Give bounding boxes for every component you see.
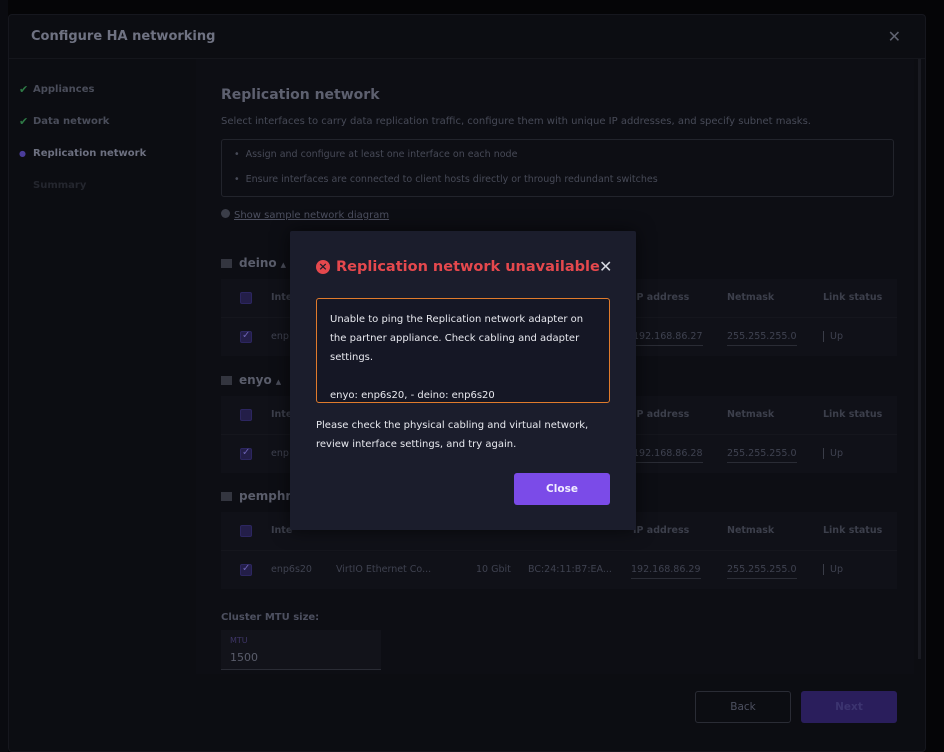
- step-replication-network[interactable]: ● Replication network: [19, 137, 189, 169]
- requirement-item: Assign and configure at least one interf…: [234, 149, 881, 174]
- ip-field[interactable]: 192.168.86.28: [633, 448, 703, 463]
- error-message-box: Unable to ping the Replication network a…: [316, 298, 610, 403]
- dialog-title: Replication network unavailable: [336, 259, 600, 275]
- mtu-input[interactable]: MTU 1500: [221, 630, 381, 670]
- select-all-checkbox[interactable]: [240, 292, 252, 304]
- next-button[interactable]: Next: [801, 691, 897, 723]
- error-message: Unable to ping the Replication network a…: [330, 314, 584, 363]
- error-circle-icon: ×: [316, 260, 330, 274]
- step-summary: Summary: [19, 169, 189, 201]
- close-button[interactable]: Close: [514, 473, 610, 505]
- netmask-field[interactable]: 255.255.255.0: [727, 564, 797, 579]
- node-title-deino[interactable]: deino ▲: [221, 256, 286, 270]
- close-icon[interactable]: ✕: [599, 259, 612, 275]
- wizard-close-icon[interactable]: ✕: [888, 27, 901, 46]
- row-checkbox[interactable]: [240, 563, 252, 576]
- back-button[interactable]: Back: [695, 691, 791, 723]
- step-label: Appliances: [33, 83, 95, 95]
- section-description: Select interfaces to carry data replicat…: [221, 116, 811, 127]
- mtu-label: Cluster MTU size:: [221, 612, 320, 623]
- step-label: Data network: [33, 115, 110, 127]
- section-title: Replication network: [221, 87, 380, 103]
- error-dialog: × Replication network unavailable ✕ Unab…: [290, 231, 636, 530]
- requirement-item: Ensure interfaces are connected to clien…: [234, 174, 881, 199]
- netmask-field[interactable]: 255.255.255.0: [727, 331, 797, 346]
- step-appliances[interactable]: ✔ Appliances: [19, 73, 189, 105]
- requirements-box: Assign and configure at least one interf…: [221, 139, 894, 197]
- caret-up-icon: ▲: [275, 378, 282, 386]
- link-status: Up: [823, 448, 843, 459]
- table-row[interactable]: enp6s20 VirtIO Ethernet Co... 10 Gbit BC…: [221, 550, 897, 588]
- node-title-pemphre[interactable]: pemphre: [221, 489, 299, 503]
- dialog-advice: Please check the physical cabling and vi…: [316, 420, 589, 450]
- mtu-value: 1500: [230, 651, 258, 664]
- mtu-caption: MTU: [230, 636, 248, 645]
- content-scrollbar[interactable]: [918, 59, 921, 659]
- step-label: Summary: [33, 179, 87, 191]
- select-all-checkbox[interactable]: [240, 525, 252, 537]
- ip-field[interactable]: 192.168.86.29: [631, 564, 701, 579]
- wizard-steps: ✔ Appliances ✔ Data network ● Replicatio…: [19, 73, 189, 201]
- show-diagram-link[interactable]: Show sample network diagram: [221, 209, 389, 221]
- info-icon: [221, 209, 230, 218]
- background-app-edge: [0, 0, 8, 752]
- step-label: Replication network: [33, 147, 147, 159]
- caret-up-icon: ▲: [280, 261, 287, 269]
- server-icon: [221, 376, 232, 385]
- node-title-enyo[interactable]: enyo ▲: [221, 373, 281, 387]
- netmask-field[interactable]: 255.255.255.0: [727, 448, 797, 463]
- link-status: Up: [823, 564, 843, 575]
- server-icon: [221, 492, 232, 501]
- row-checkbox[interactable]: [240, 330, 252, 343]
- ip-field[interactable]: 192.168.86.27: [633, 331, 703, 346]
- server-icon: [221, 259, 232, 268]
- current-step-dot-icon: ●: [19, 148, 26, 158]
- wizard-header: Configure HA networking ✕: [9, 15, 925, 59]
- step-data-network[interactable]: ✔ Data network: [19, 105, 189, 137]
- link-status: Up: [823, 331, 843, 342]
- check-icon: ✔: [19, 114, 29, 128]
- check-icon: ✔: [19, 82, 29, 96]
- error-detail: enyo: enp6s20, - deino: enp6s20: [330, 390, 495, 401]
- row-checkbox[interactable]: [240, 447, 252, 460]
- select-all-checkbox[interactable]: [240, 409, 252, 421]
- wizard-title: Configure HA networking: [31, 29, 216, 44]
